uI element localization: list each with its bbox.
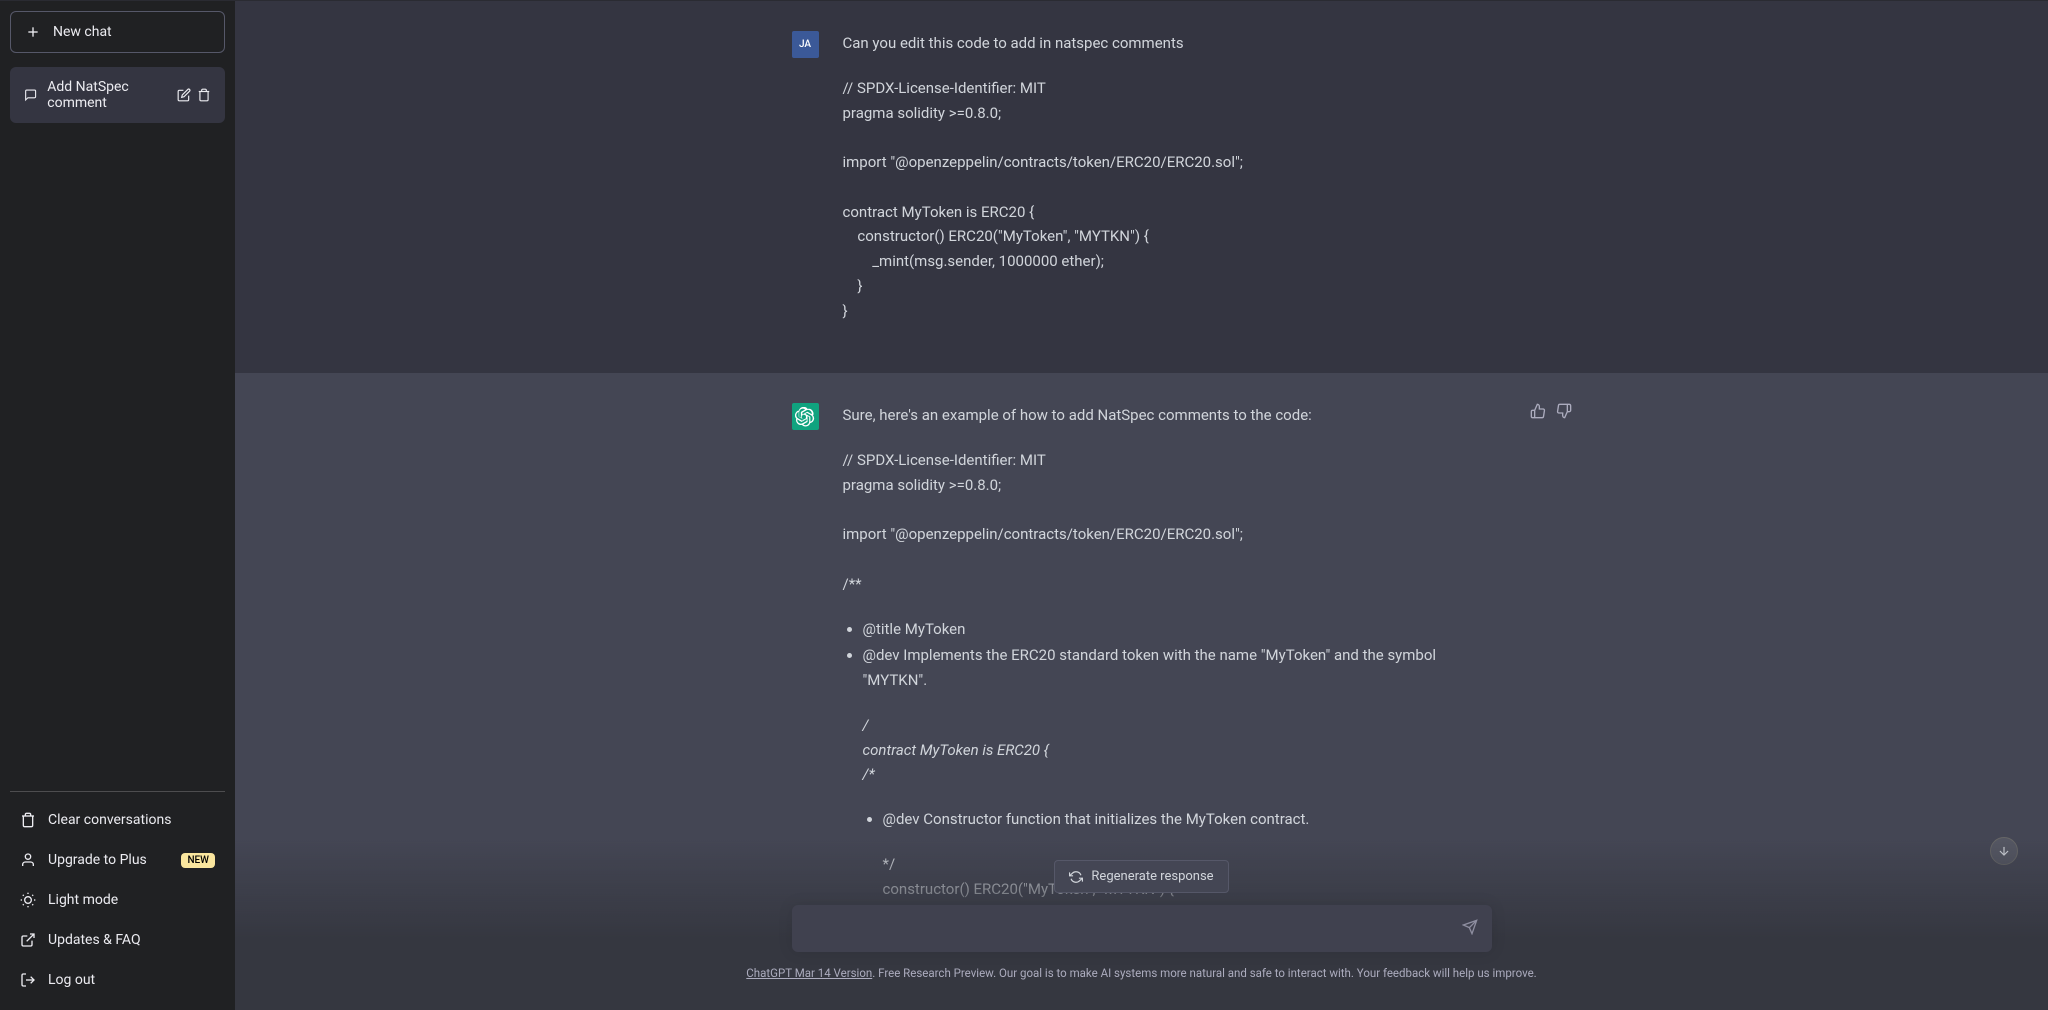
upgrade-button[interactable]: Upgrade to Plus NEW <box>10 840 225 880</box>
send-button[interactable] <box>1462 919 1478 939</box>
prompt-input[interactable] <box>810 920 1442 938</box>
assistant-intro-text: Sure, here's an example of how to add Na… <box>843 403 1492 428</box>
list-item: @dev Constructor function that initializ… <box>883 807 1492 832</box>
light-mode-button[interactable]: Light mode <box>10 880 225 920</box>
chat-icon <box>24 87 37 103</box>
footer-disclaimer: ChatGPT Mar 14 Version. Free Research Pr… <box>746 966 1536 980</box>
logout-label: Log out <box>48 972 95 988</box>
conversation-title: Add NatSpec comment <box>47 79 167 111</box>
list-item: @dev Implements the ERC20 standard token… <box>863 643 1492 693</box>
logout-icon <box>20 972 36 988</box>
natspec-outer-list: @title MyToken @dev Implements the ERC20… <box>843 617 1492 693</box>
upgrade-label: Upgrade to Plus <box>48 852 147 868</box>
openai-icon <box>795 407 815 427</box>
user-code-block: // SPDX-License-Identifier: MIT pragma s… <box>843 76 1492 324</box>
assistant-avatar <box>792 403 819 430</box>
user-avatar: JA <box>792 31 819 58</box>
faq-button[interactable]: Updates & FAQ <box>10 920 225 960</box>
sidebar: New chat Add NatSpec comment Clear conve… <box>0 0 235 1010</box>
edit-icon[interactable] <box>177 88 191 102</box>
user-intro-text: Can you edit this code to add in natspec… <box>843 31 1492 56</box>
plus-icon <box>25 24 41 40</box>
main-content: JA Can you edit this code to add in nats… <box>235 0 2048 1010</box>
disclaimer-text: . Free Research Preview. Our goal is to … <box>872 966 1536 980</box>
sun-icon <box>20 892 36 908</box>
new-chat-label: New chat <box>53 24 112 40</box>
thumbs-up-icon[interactable] <box>1530 403 1546 419</box>
refresh-icon <box>1069 870 1083 884</box>
natspec-inner-list: @dev Constructor function that initializ… <box>843 807 1492 832</box>
new-badge: NEW <box>181 853 215 868</box>
prompt-box <box>792 905 1492 952</box>
input-area: Regenerate response ChatGPT Mar 14 Versi… <box>235 840 2048 1010</box>
trash-icon[interactable] <box>197 88 211 102</box>
logout-button[interactable]: Log out <box>10 960 225 1000</box>
regenerate-label: Regenerate response <box>1091 869 1213 884</box>
clear-conversations-button[interactable]: Clear conversations <box>10 800 225 840</box>
list-item: @title MyToken <box>863 617 1492 642</box>
user-message-content: Can you edit this code to add in natspec… <box>843 31 1492 343</box>
external-link-icon <box>20 932 36 948</box>
new-chat-button[interactable]: New chat <box>10 11 225 53</box>
regenerate-button[interactable]: Regenerate response <box>1054 860 1228 893</box>
sidebar-footer: Clear conversations Upgrade to Plus NEW … <box>10 791 225 1000</box>
faq-label: Updates & FAQ <box>48 932 141 948</box>
user-message-row: JA Can you edit this code to add in nats… <box>235 1 2048 373</box>
feedback-buttons <box>1530 403 1572 419</box>
clear-conversations-label: Clear conversations <box>48 812 171 828</box>
version-link[interactable]: ChatGPT Mar 14 Version <box>746 966 872 980</box>
trash-icon <box>20 812 36 828</box>
light-mode-label: Light mode <box>48 892 118 908</box>
send-icon <box>1462 919 1478 935</box>
assistant-code-head: // SPDX-License-Identifier: MIT pragma s… <box>843 448 1492 597</box>
user-icon <box>20 852 36 868</box>
thumbs-down-icon[interactable] <box>1556 403 1572 419</box>
assistant-code-mid: / contract MyToken is ERC20 { /* <box>843 713 1492 787</box>
conversation-item[interactable]: Add NatSpec comment <box>10 67 225 123</box>
